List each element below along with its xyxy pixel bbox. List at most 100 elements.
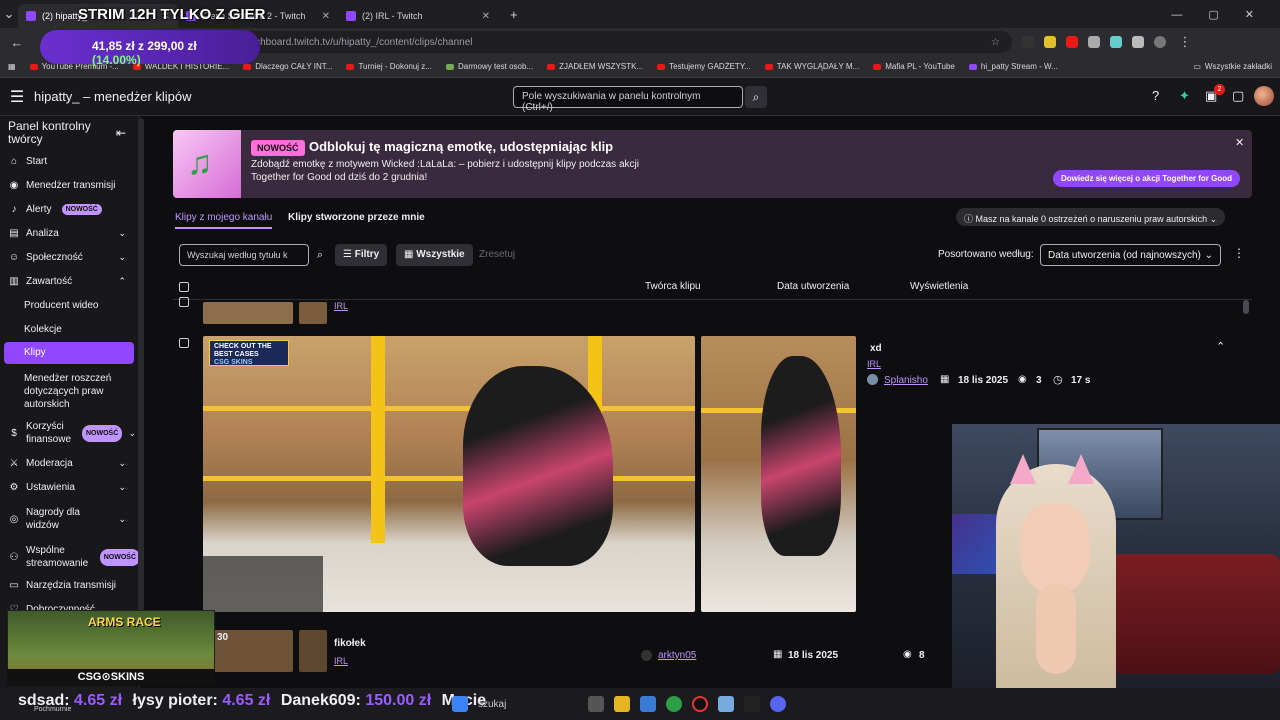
clip-video-player[interactable]: CHECK OUT THE BEST CASES CSG SKINS <box>203 336 695 612</box>
close-icon[interactable]: ✕ <box>482 11 490 22</box>
select-all-checkbox[interactable] <box>179 282 189 292</box>
sort-select[interactable]: Data utworzenia (od najnowszych) ⌄ <box>1040 244 1221 266</box>
copyright-warning-dropdown[interactable]: ⓘ Masz na kanale 0 ostrzeżeń o naruszeni… <box>956 208 1226 226</box>
close-icon[interactable]: ✕ <box>1235 136 1244 149</box>
clip-title[interactable]: xd <box>870 343 882 354</box>
chat-icon[interactable]: ▢ <box>1232 88 1244 104</box>
hamburger-menu-icon[interactable]: ☰ <box>0 87 34 107</box>
tab-my-channel-clips[interactable]: Klipy z mojego kanału <box>175 212 273 229</box>
sidebar-subitem-copyright-claims[interactable]: Menedżer roszczeń dotyczących praw autor… <box>24 372 124 411</box>
sidebar-item-analytics[interactable]: ▤ Analiza ⌄ <box>0 228 140 239</box>
bookmark-item[interactable]: Dlaczego CAŁY INT... <box>243 62 332 71</box>
clip-thumbnail[interactable]: 30 <box>203 630 293 672</box>
clip-search-input[interactable]: Wyszukaj według tytułu k <box>179 244 309 266</box>
taskbar-search[interactable]: szukaj <box>478 699 578 710</box>
tab-list-icon[interactable]: ⌄ <box>0 6 18 22</box>
collapse-sidebar-icon[interactable]: ⇤ <box>116 126 126 140</box>
shield-icon[interactable] <box>1088 36 1100 48</box>
apps-icon[interactable]: ▦ <box>8 62 16 71</box>
filters-button[interactable]: ☰ Filtry <box>335 244 388 266</box>
sidebar-item-community[interactable]: ☺ Społeczność ⌄ <box>0 252 140 263</box>
column-header-creator[interactable]: Twórca klipu <box>645 281 701 292</box>
avatar[interactable] <box>1254 86 1274 106</box>
clip-thumbnail[interactable] <box>299 630 327 672</box>
extension-icon[interactable] <box>1022 36 1034 48</box>
obs-icon[interactable] <box>692 696 708 712</box>
row-checkbox[interactable] <box>179 338 189 348</box>
sidebar-item-stream-together[interactable]: ⚇ Wspólne streamowanie NOWOŚĆ <box>0 544 140 570</box>
row-checkbox[interactable] <box>179 297 189 307</box>
bookmark-item[interactable]: Mafia PL - YouTube <box>873 62 955 71</box>
bookmark-item[interactable]: TAK WYGLĄDAŁY M... <box>764 62 859 71</box>
all-bookmarks-folder[interactable]: ▭ Wszystkie zakładki <box>1193 62 1272 71</box>
clip-thumbnail[interactable] <box>299 302 327 324</box>
sidebar-subitem-collections[interactable]: Kolekcje <box>24 324 62 335</box>
clip-category-link[interactable]: IRL <box>334 301 348 311</box>
url-text: dashboard.twitch.tv/u/hipatty_/content/c… <box>244 36 473 48</box>
menu-dots-icon[interactable]: ⋮ <box>1176 34 1194 50</box>
extension-icon[interactable] <box>1044 36 1056 48</box>
clip-category-link[interactable]: IRL <box>334 656 348 666</box>
extension-icon[interactable] <box>1066 36 1078 48</box>
learn-more-button[interactable]: Dowiedz się więcej o akcji Together for … <box>1053 170 1240 187</box>
store-icon[interactable] <box>640 696 656 712</box>
sidebar-scrollbar[interactable] <box>138 118 144 618</box>
puzzle-icon[interactable] <box>1132 36 1144 48</box>
help-icon[interactable]: ? <box>1152 88 1159 103</box>
bookmark-item[interactable]: Turniej - Dokonuj z... <box>346 62 432 71</box>
profile-icon[interactable] <box>1154 36 1166 48</box>
sidebar-item-settings[interactable]: ⚙ Ustawienia ⌄ <box>0 482 140 493</box>
bookmark-item[interactable]: hi_patty Stream - W... <box>968 62 1058 71</box>
notepad-icon[interactable] <box>718 696 734 712</box>
clip-category-link[interactable]: IRL <box>867 359 881 369</box>
twitch-favicon-icon <box>26 11 36 21</box>
clip-title[interactable]: fikołek <box>334 638 366 649</box>
sidebar-subitem-video-producer[interactable]: Producent wideo <box>24 300 99 311</box>
all-dates-button[interactable]: ▦ Wszystkie <box>396 244 473 266</box>
window-controls[interactable]: —▢✕ <box>1171 8 1280 21</box>
reset-button[interactable]: Zresetuj <box>479 249 515 260</box>
bookmark-item[interactable]: ZJADŁEM WSZYSTK... <box>547 62 643 71</box>
steam-icon[interactable] <box>744 696 760 712</box>
close-icon[interactable]: ✕ <box>322 11 330 22</box>
more-options-icon[interactable]: ⋮ <box>1233 246 1245 260</box>
back-icon[interactable]: ← <box>8 35 26 50</box>
sidebar-item-viewer-rewards[interactable]: ◎ Nagrody dla widzów ⌄ <box>0 506 140 532</box>
chevron-up-icon[interactable]: ⌃ <box>1216 340 1225 353</box>
new-tab-button[interactable]: + <box>510 7 518 22</box>
sidebar-item-start[interactable]: ⌂ Start <box>0 156 140 167</box>
clip-thumbnail[interactable] <box>203 302 293 324</box>
browser-tab[interactable]: (2) IRL - Twitch ✕ <box>338 4 498 28</box>
shelf-pole-decoration <box>371 336 385 543</box>
clip-creator-link[interactable]: arktyn05 <box>658 650 696 661</box>
star-icon[interactable]: ☆ <box>991 37 1000 48</box>
extension-icon[interactable] <box>1110 36 1122 48</box>
bookmark-item[interactable]: Darmowy test osob... <box>445 62 533 71</box>
search-icon[interactable]: ⌕ <box>310 244 330 266</box>
twitch-favicon-icon <box>968 63 977 70</box>
bookmark-favicon-icon <box>445 63 454 70</box>
task-view-icon[interactable] <box>588 696 604 712</box>
dashboard-search-input[interactable]: Pole wyszukiwania w panelu kontrolnym (C… <box>513 86 743 113</box>
filter-row: Wyszukaj według tytułu k ⌕ ☰ Filtry ▦ Ws… <box>173 240 1252 270</box>
sidebar-item-monetization[interactable]: $ Korzyści finansowe NOWOŚĆ ⌄ <box>0 420 140 446</box>
sidebar-item-alerts[interactable]: ♪ Alerty NOWOŚĆ <box>0 204 140 215</box>
discord-icon[interactable] <box>770 696 786 712</box>
content-scrollbar[interactable] <box>1243 300 1249 314</box>
windows-start-icon[interactable] <box>452 696 468 712</box>
sparkle-icon[interactable]: ✦ <box>1179 88 1190 104</box>
sidebar-item-moderation[interactable]: ⚔ Moderacja ⌄ <box>0 458 140 469</box>
chrome-icon[interactable] <box>666 696 682 712</box>
sidebar-subitem-clips[interactable]: Klipy <box>4 342 134 364</box>
clip-creator-link[interactable]: Splanisho <box>884 375 928 386</box>
sidebar-item-content[interactable]: ▥ Zawartość ⌃ <box>0 276 140 287</box>
sidebar-item-broadcast-tools[interactable]: ▭ Narzędzia transmisji <box>0 580 140 591</box>
column-header-views[interactable]: Wyświetlenia <box>910 281 968 292</box>
search-icon[interactable]: ⌕ <box>745 86 767 108</box>
file-explorer-icon[interactable] <box>614 696 630 712</box>
column-header-date[interactable]: Data utworzenia <box>777 281 849 292</box>
clip-thumbnail-preview[interactable] <box>701 336 856 612</box>
sidebar-item-stream-manager[interactable]: ◉ Menedżer transmisji <box>0 180 140 191</box>
tab-clips-by-me[interactable]: Klipy stworzone przeze mnie <box>288 212 425 223</box>
bookmark-item[interactable]: Testujemy GADŻETY... <box>657 62 751 71</box>
